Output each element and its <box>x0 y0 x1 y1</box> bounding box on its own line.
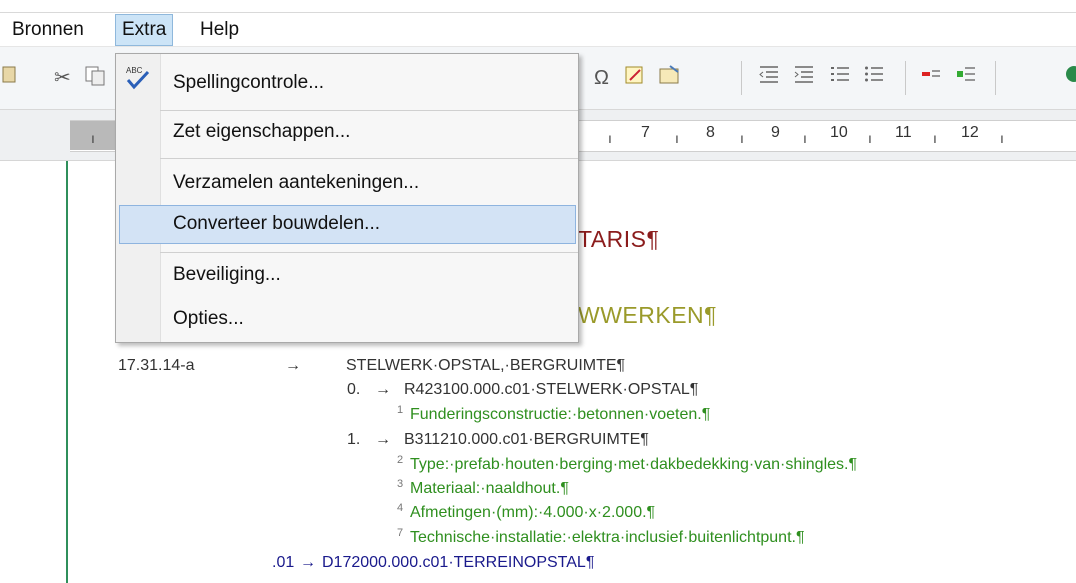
tab-arrow: → <box>300 554 316 571</box>
toolbar-separator <box>995 61 996 95</box>
item-number: 1. <box>347 431 361 448</box>
menu-bronnen[interactable]: Bronnen <box>6 15 90 45</box>
globe-icon[interactable] <box>1064 64 1076 92</box>
menu-bar: Bronnen Extra Help <box>0 0 1076 47</box>
spec-text: Technische·installatie:·elektra·inclusie… <box>410 529 805 546</box>
properties-icon[interactable] <box>658 64 682 92</box>
copy-icon[interactable] <box>84 64 106 92</box>
ruler-number: 8 <box>706 124 715 141</box>
numbered-list-icon[interactable] <box>829 64 851 92</box>
decrease-indent-icon[interactable] <box>758 64 780 92</box>
green-marker-icon[interactable] <box>955 64 977 92</box>
ruler-tick: ı <box>868 130 872 146</box>
menu-item-converteer-bouwdelen[interactable]: Converteer bouwdelen... <box>173 206 380 242</box>
footnote-number: 4 <box>397 502 404 514</box>
item-text: B311210.000.c01·BERGRUIMTE¶ <box>404 431 649 448</box>
spellcheck-icon: ABC <box>124 64 152 90</box>
ruler-number: 12 <box>961 124 979 141</box>
bouwdeel-code: 17.31.14-a <box>118 357 195 374</box>
item-number: .01 <box>272 554 295 571</box>
paste-icon[interactable] <box>2 64 16 92</box>
item-text: D172000.000.c01·TERREINOPSTAL¶ <box>322 554 595 571</box>
footnote-number: 7 <box>397 527 404 539</box>
menu-item-opties[interactable]: Opties... <box>173 301 244 337</box>
ruler-tick: ı <box>803 130 807 146</box>
spec-text: Type:·prefab·houten·berging·met·dakbedek… <box>410 456 858 473</box>
heading-1: TARIS¶ <box>578 226 660 252</box>
menu-icon-column <box>116 54 161 342</box>
menu-separator <box>160 252 578 253</box>
menu-separator <box>160 158 578 159</box>
ruler-number: 10 <box>830 124 848 141</box>
item-text: R423100.000.c01·STELWERK·OPSTAL¶ <box>404 381 699 398</box>
edit-note-icon[interactable] <box>624 64 646 92</box>
footnote-number: 2 <box>397 454 404 466</box>
margin-line <box>66 161 68 583</box>
toolbar-separator <box>905 61 906 95</box>
window-top-strip <box>0 0 1076 13</box>
ruler-number: 11 <box>895 124 912 141</box>
menu-item-verzamelen-aantekeningen[interactable]: Verzamelen aantekeningen... <box>173 165 419 201</box>
footnote-number: 1 <box>397 404 404 416</box>
ruler-number: 7 <box>641 124 650 141</box>
ruler-tick: ı <box>740 130 744 146</box>
tab-arrow: → <box>375 431 391 448</box>
ruler-tick: ı <box>91 130 95 146</box>
extra-dropdown-menu: ABC Spellingcontrole... Zet eigenschappe… <box>115 53 579 343</box>
spec-text: Funderingsconstructie:·betonnen·voeten.¶ <box>410 406 711 423</box>
menu-item-spellingcontrole[interactable]: Spellingcontrole... <box>173 65 324 101</box>
ruler-tick: ı <box>675 130 679 146</box>
menu-item-zet-eigenschappen[interactable]: Zet eigenschappen... <box>173 114 350 150</box>
tab-arrow: → <box>375 381 391 398</box>
ruler-tick: ı <box>608 130 612 146</box>
heading-2: WWERKEN¶ <box>578 302 718 328</box>
svg-text:ABC: ABC <box>126 66 143 75</box>
toolbar-separator <box>741 61 742 95</box>
ruler-tick: ı <box>933 130 937 146</box>
tab-arrow: → <box>285 357 301 374</box>
ruler-tick: ı <box>1000 130 1004 146</box>
insert-symbol-icon[interactable]: Ω <box>594 64 609 92</box>
ruler-number: 9 <box>771 124 780 141</box>
spec-text: Afmetingen·(mm):·4.000·x·2.000.¶ <box>410 504 656 521</box>
bullet-list-icon[interactable] <box>863 64 885 92</box>
bouwdeel-title: STELWERK·OPSTAL,·BERGRUIMTE¶ <box>346 357 626 374</box>
left-margin <box>0 161 66 583</box>
cut-icon[interactable]: ✂ <box>54 64 71 92</box>
item-number: 0. <box>347 381 361 398</box>
increase-indent-icon[interactable] <box>793 64 815 92</box>
menu-item-beveiliging[interactable]: Beveiliging... <box>173 257 281 293</box>
menu-help[interactable]: Help <box>194 15 245 45</box>
red-marker-icon[interactable] <box>920 64 942 92</box>
menu-separator <box>160 110 578 111</box>
menu-extra[interactable]: Extra <box>115 14 174 46</box>
footnote-number: 3 <box>397 478 404 490</box>
spec-text: Materiaal:·naaldhout.¶ <box>410 480 569 497</box>
